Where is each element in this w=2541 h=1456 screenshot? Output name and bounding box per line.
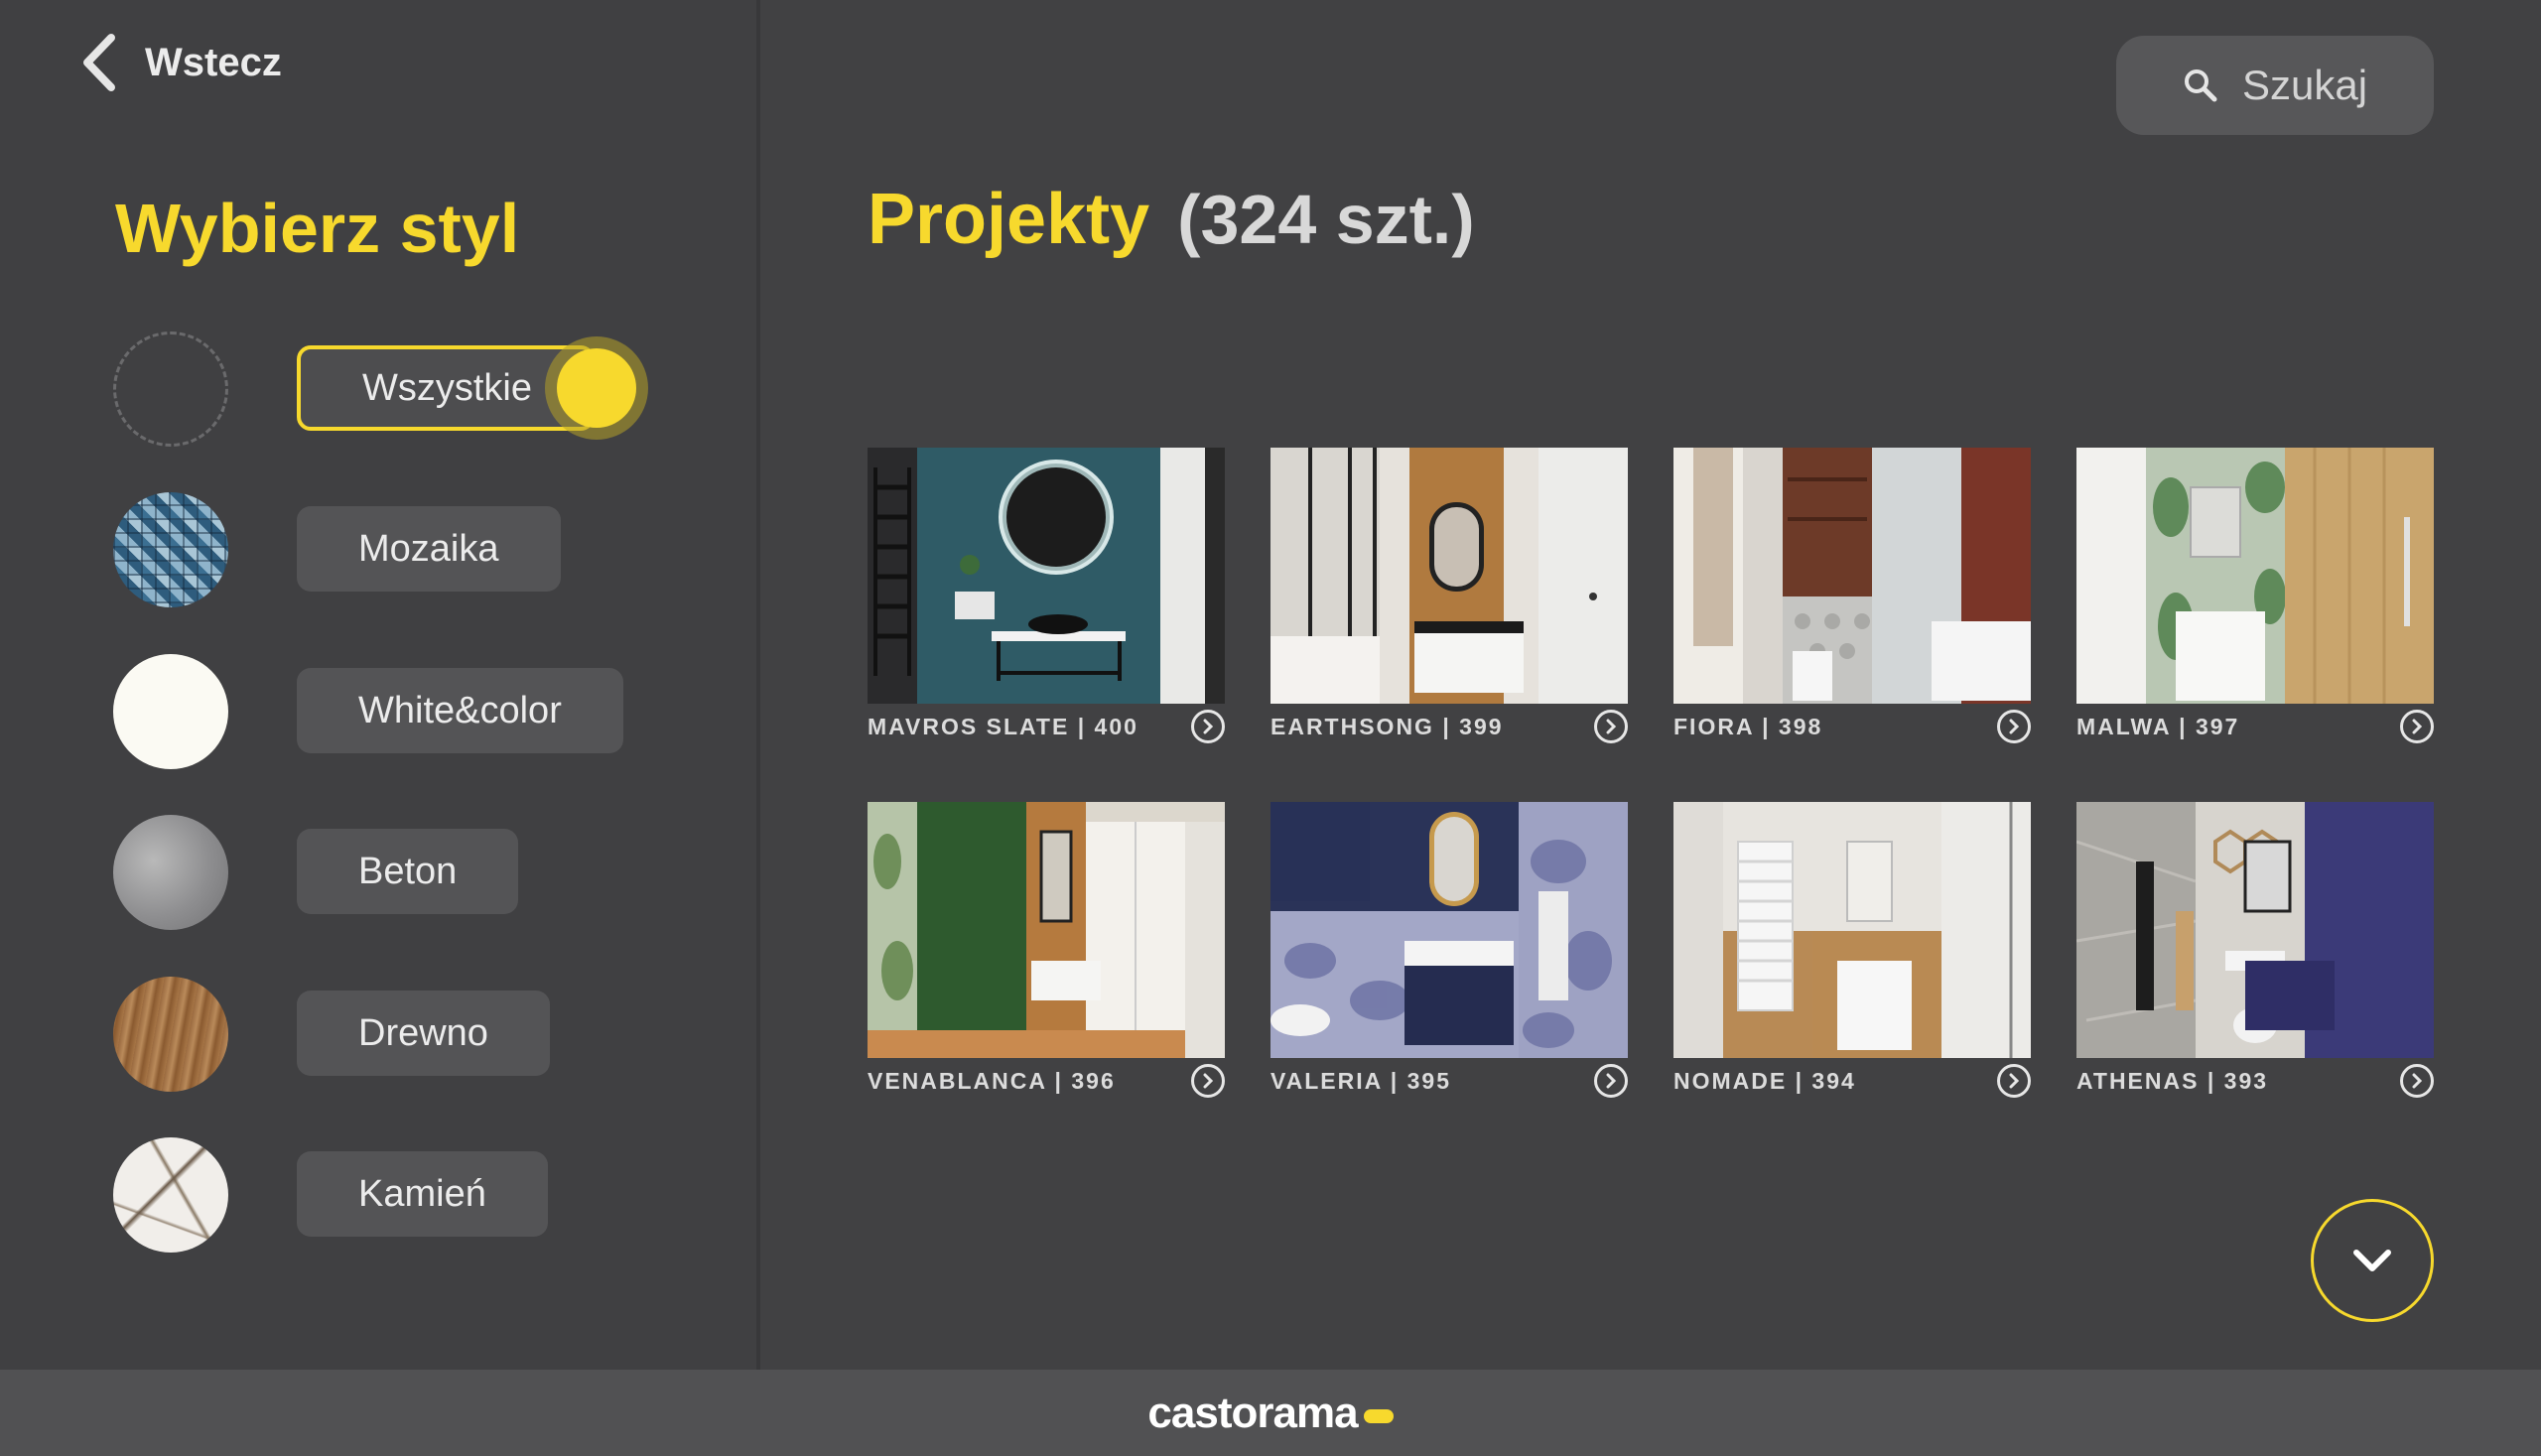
style-option-drewno[interactable]: Drewno xyxy=(113,977,748,1094)
chevron-right-icon[interactable] xyxy=(1594,1064,1628,1098)
style-label: Kamień xyxy=(358,1172,486,1215)
style-label: Mozaika xyxy=(358,527,499,570)
project-thumbnail xyxy=(868,448,1225,704)
scroll-down-button[interactable] xyxy=(2311,1199,2434,1322)
project-thumbnail xyxy=(1673,802,2031,1058)
project-label: VALERIA | 395 xyxy=(1270,1068,1451,1094)
chevron-down-icon xyxy=(2353,1250,2391,1271)
project-card[interactable]: MAVROS SLATE | 400 xyxy=(868,448,1225,761)
chevron-right-icon[interactable] xyxy=(1997,1064,2031,1098)
style-swatch-kamien xyxy=(113,1137,228,1253)
project-thumbnail xyxy=(868,802,1225,1058)
project-card[interactable]: NOMADE | 394 xyxy=(1673,802,2031,1116)
project-thumbnail xyxy=(1270,448,1628,704)
projects-count: (324 szt.) xyxy=(1177,181,1475,258)
chevron-right-icon[interactable] xyxy=(2400,1064,2434,1098)
chevron-left-icon xyxy=(83,34,115,91)
project-card[interactable]: ATHENAS | 393 xyxy=(2076,802,2434,1116)
style-pill-beton[interactable]: Beton xyxy=(297,829,519,914)
style-option-beton[interactable]: Beton xyxy=(113,815,748,932)
style-swatch-mozaika xyxy=(113,492,228,607)
style-label: Wszystkie xyxy=(362,366,532,409)
search-button[interactable]: Szukaj xyxy=(2116,36,2434,135)
project-label: FIORA | 398 xyxy=(1673,714,1823,739)
style-pill-kamien[interactable]: Kamień xyxy=(297,1151,548,1237)
project-card[interactable]: MALWA | 397 xyxy=(2076,448,2434,761)
project-label: ATHENAS | 393 xyxy=(2076,1068,2269,1094)
style-pill-mozaika[interactable]: Mozaika xyxy=(297,506,561,592)
logo-text: castorama xyxy=(1147,1388,1358,1437)
project-card[interactable]: EARTHSONG | 399 xyxy=(1270,448,1628,761)
style-option-kamien[interactable]: Kamień xyxy=(113,1137,748,1255)
logo-accent-bar xyxy=(1363,1408,1394,1423)
style-swatch-beton xyxy=(113,815,228,930)
page-title: Projekty (324 szt.) xyxy=(868,179,1475,260)
style-label: Drewno xyxy=(358,1011,488,1054)
style-swatch-drewno xyxy=(113,977,228,1092)
selected-indicator-dot xyxy=(557,348,636,428)
castorama-logo: castorama xyxy=(1147,1388,1394,1438)
style-swatch-empty xyxy=(113,331,228,447)
style-pill-wszystkie[interactable]: Wszystkie xyxy=(297,345,636,431)
back-button[interactable]: Wstecz xyxy=(77,30,282,95)
style-swatch-white xyxy=(113,654,228,769)
search-icon xyxy=(2184,69,2217,102)
style-option-wszystkie[interactable]: Wszystkie xyxy=(113,331,748,449)
project-thumbnail xyxy=(2076,802,2434,1058)
style-option-white-color[interactable]: White&color xyxy=(113,654,748,771)
projects-title: Projekty xyxy=(868,180,1150,259)
footer: castorama xyxy=(0,1370,2541,1456)
chevron-right-icon[interactable] xyxy=(1191,710,1225,743)
project-label: NOMADE | 394 xyxy=(1673,1068,1856,1094)
project-thumbnail xyxy=(1270,802,1628,1058)
project-label: MAVROS SLATE | 400 xyxy=(868,714,1138,739)
search-label: Szukaj xyxy=(2241,62,2368,108)
back-label: Wstecz xyxy=(145,40,282,84)
project-card[interactable]: VENABLANCA | 396 xyxy=(868,802,1225,1116)
project-label: VENABLANCA | 396 xyxy=(868,1068,1116,1094)
style-label: White&color xyxy=(358,689,562,731)
project-label: MALWA | 397 xyxy=(2076,714,2240,739)
style-pill-drewno[interactable]: Drewno xyxy=(297,991,550,1076)
chevron-right-icon[interactable] xyxy=(2400,710,2434,743)
project-thumbnail xyxy=(1673,448,2031,704)
chevron-right-icon[interactable] xyxy=(1594,710,1628,743)
project-card[interactable]: VALERIA | 395 xyxy=(1270,802,1628,1116)
project-thumbnail xyxy=(2076,448,2434,704)
style-label: Beton xyxy=(358,850,458,892)
project-label: EARTHSONG | 399 xyxy=(1270,714,1504,739)
sidebar-title: Wybierz styl xyxy=(115,190,520,267)
chevron-right-icon[interactable] xyxy=(1191,1064,1225,1098)
style-option-mozaika[interactable]: Mozaika xyxy=(113,492,748,609)
style-pill-white-color[interactable]: White&color xyxy=(297,668,623,753)
style-sidebar: Wstecz Wybierz styl Wszystkie Mozaika Wh… xyxy=(0,0,760,1370)
chevron-right-icon[interactable] xyxy=(1997,710,2031,743)
project-card[interactable]: FIORA | 398 xyxy=(1673,448,2031,761)
